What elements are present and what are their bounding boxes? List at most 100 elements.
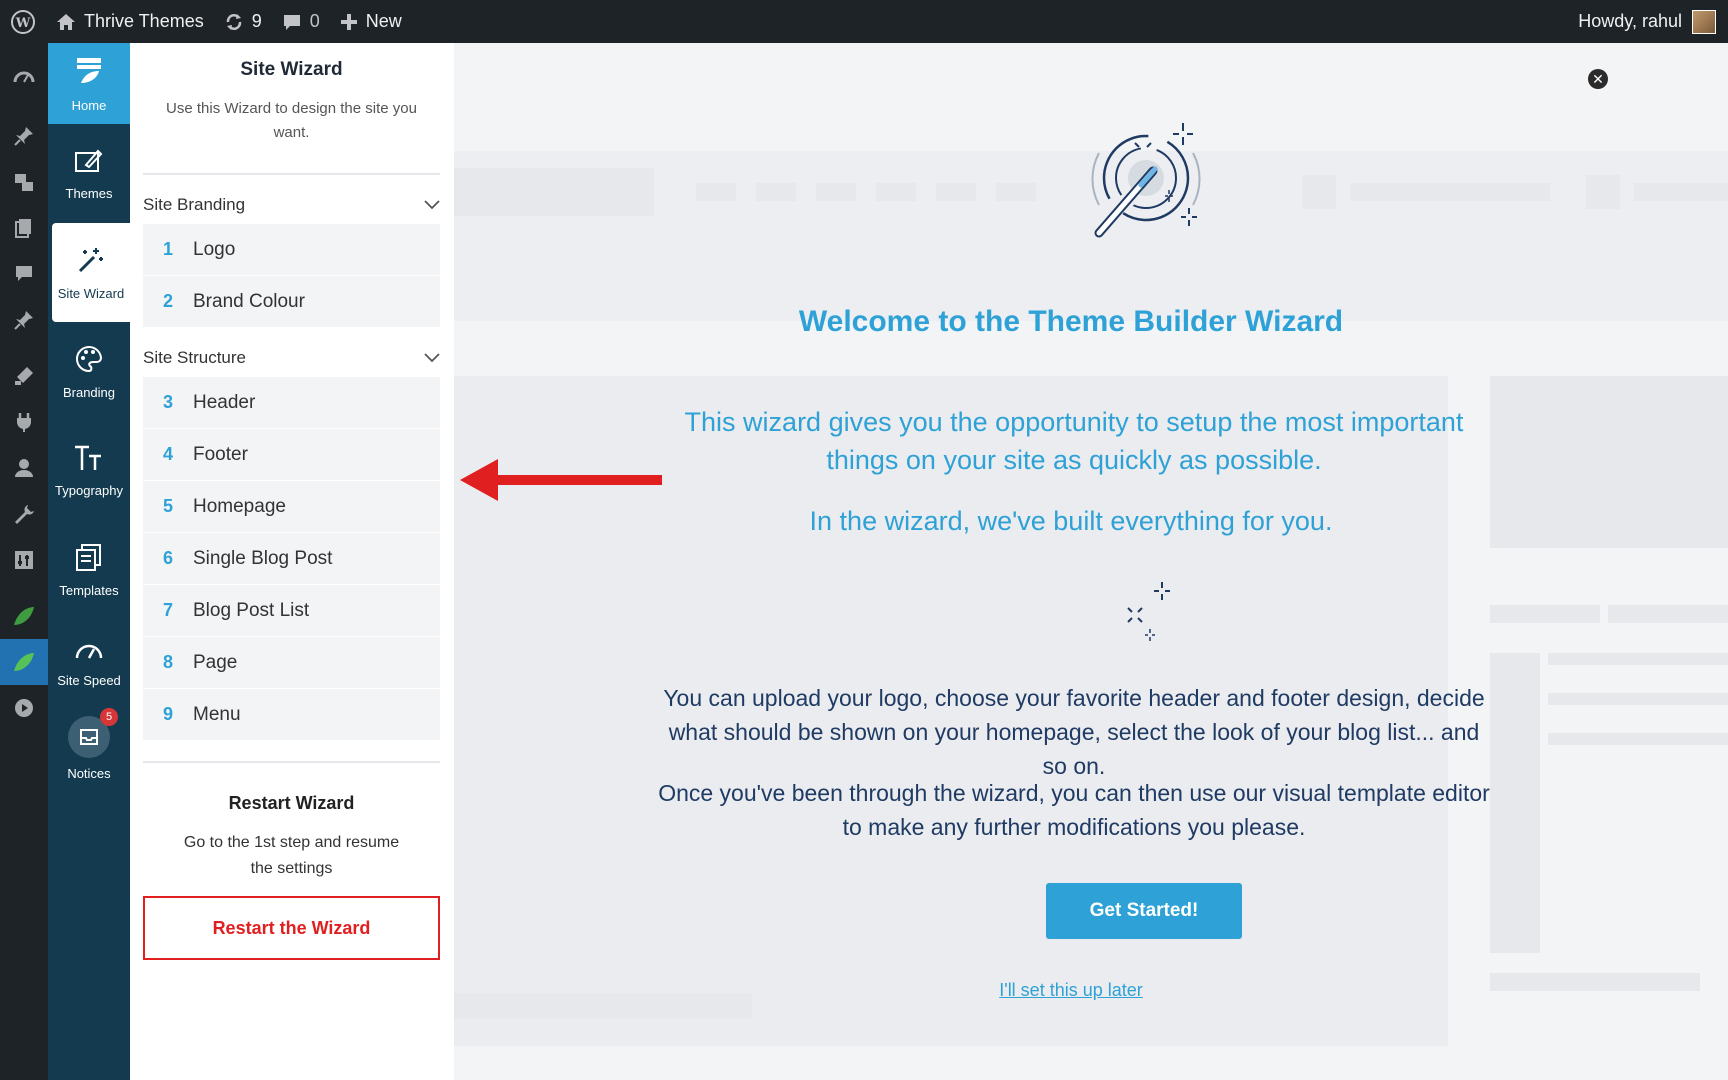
step-label: Menu (193, 703, 241, 725)
nav-templates-label: Templates (59, 582, 119, 598)
welcome-lead: This wizard gives you the opportunity to… (684, 407, 1464, 475)
new-label: New (365, 11, 402, 31)
section-site-structure-label: Site Structure (143, 348, 246, 367)
step-footer[interactable]: 4 Footer (143, 429, 440, 481)
wp-admin-menu (0, 43, 48, 1080)
pin-icon[interactable] (0, 297, 48, 343)
notices-badge: 5 (100, 707, 118, 726)
chevron-down-icon (424, 195, 440, 215)
nav-branding-label: Branding (62, 384, 116, 400)
nav-home[interactable]: Home (48, 43, 130, 124)
skeleton-block (1634, 183, 1728, 201)
updates-link[interactable]: 9 (214, 0, 272, 43)
home-icon (56, 13, 76, 31)
settings-icon[interactable] (0, 537, 48, 583)
nav-templates[interactable]: Templates (48, 520, 130, 619)
step-number: 9 (162, 704, 173, 724)
step-number: 7 (162, 600, 173, 620)
skeleton-block (996, 183, 1036, 201)
nav-home-label: Home (71, 97, 107, 113)
step-label: Logo (193, 238, 236, 260)
nav-site-speed-label: Site Speed (57, 673, 121, 688)
comments-menu-icon[interactable] (0, 251, 48, 297)
skeleton-block (1490, 605, 1600, 623)
new-content-link[interactable]: New (330, 0, 412, 43)
welcome-title: Welcome to the Theme Builder Wizard (798, 305, 1344, 338)
nav-notices[interactable]: 5 Notices (48, 707, 130, 789)
users-icon[interactable] (0, 445, 48, 491)
step-label: Page (193, 651, 238, 673)
admin-bar: W Thrive Themes 9 0 New Howdy, rahul (0, 0, 1728, 43)
theme-builder-nav: Home Themes Site Wizard Branding Typogra… (48, 43, 130, 1080)
panel-intro: Use this Wizard to design the site you w… (166, 100, 417, 141)
plus-icon (340, 13, 358, 31)
step-number: 4 (162, 444, 173, 464)
step-number: 5 (162, 496, 173, 516)
tools-icon[interactable] (0, 491, 48, 537)
step-label: Blog Post List (193, 599, 310, 621)
skeleton-block (1490, 653, 1540, 953)
skeleton-block (696, 183, 736, 201)
wordpress-logo-icon[interactable]: W (0, 0, 46, 43)
step-blog-post-list[interactable]: 7 Blog Post List (143, 585, 440, 637)
speedometer-icon (74, 638, 104, 665)
step-single-blog-post[interactable]: 6 Single Blog Post (143, 533, 440, 585)
close-icon[interactable]: ✕ (1588, 69, 1608, 89)
nav-themes-label: Themes (65, 185, 113, 201)
sparkle-icon (1112, 578, 1182, 653)
skeleton-block (1302, 175, 1336, 209)
get-started-button[interactable]: Get Started! (1046, 883, 1242, 939)
divider (143, 761, 440, 763)
site-name-link[interactable]: Thrive Themes (46, 0, 214, 43)
dashboard-icon[interactable] (0, 43, 48, 113)
step-label: Header (193, 391, 256, 413)
refresh-icon (224, 12, 244, 32)
skeleton-block (876, 183, 916, 201)
step-homepage[interactable]: 5 Homepage (143, 481, 440, 533)
my-account[interactable]: Howdy, rahul (1578, 9, 1728, 34)
section-site-branding[interactable]: Site Branding (143, 195, 440, 215)
nav-typography[interactable]: Typography (48, 421, 130, 520)
posts-pin-icon[interactable] (0, 113, 48, 159)
nav-notices-label: Notices (67, 765, 111, 781)
comments-count: 0 (309, 11, 320, 31)
site-name: Thrive Themes (84, 11, 204, 31)
nav-site-wizard[interactable]: Site Wizard (52, 223, 130, 322)
step-page[interactable]: 8 Page (143, 637, 440, 689)
annotation-arrow-icon (456, 455, 666, 510)
inbox-icon: 5 (68, 707, 118, 758)
skeleton-block (1586, 175, 1620, 209)
section-site-structure[interactable]: Site Structure (143, 348, 440, 368)
nav-site-speed[interactable]: Site Speed (48, 619, 130, 707)
media-icon[interactable] (0, 159, 48, 205)
howdy-text: Howdy, rahul (1578, 11, 1682, 31)
step-logo[interactable]: 1 Logo (143, 224, 440, 276)
nav-themes[interactable]: Themes (48, 124, 130, 223)
nav-branding[interactable]: Branding (48, 322, 130, 421)
skeleton-block (1548, 733, 1728, 745)
skeleton-block (1350, 183, 1550, 201)
home-builder-icon (73, 55, 105, 90)
thrive-theme-leaf-icon[interactable] (0, 639, 48, 685)
welcome-lead-secondary: In the wizard, we've built everything fo… (809, 506, 1333, 536)
step-label: Brand Colour (193, 290, 305, 312)
step-label: Single Blog Post (193, 547, 333, 569)
chevron-down-icon (424, 348, 440, 368)
step-brand-colour[interactable]: 2 Brand Colour (143, 276, 440, 328)
leaf-icon[interactable] (0, 593, 48, 639)
plugins-icon[interactable] (0, 399, 48, 445)
pages-icon[interactable] (0, 205, 48, 251)
restart-section: Restart Wizard Go to the 1st step and re… (143, 793, 440, 960)
panel-title: Site Wizard (240, 59, 343, 80)
step-header[interactable]: 3 Header (143, 377, 440, 429)
setup-later-link[interactable]: I'll set this up later (454, 980, 1688, 1001)
magic-wand-illustration-icon (1071, 113, 1221, 258)
step-menu[interactable]: 9 Menu (143, 689, 440, 741)
play-icon[interactable] (0, 685, 48, 731)
restart-wizard-button[interactable]: Restart the Wizard (143, 896, 440, 960)
themes-icon (74, 147, 104, 178)
appearance-icon[interactable] (0, 353, 48, 399)
comments-link[interactable]: 0 (272, 0, 330, 43)
section-site-branding-label: Site Branding (143, 195, 246, 214)
skeleton-block (756, 183, 796, 201)
